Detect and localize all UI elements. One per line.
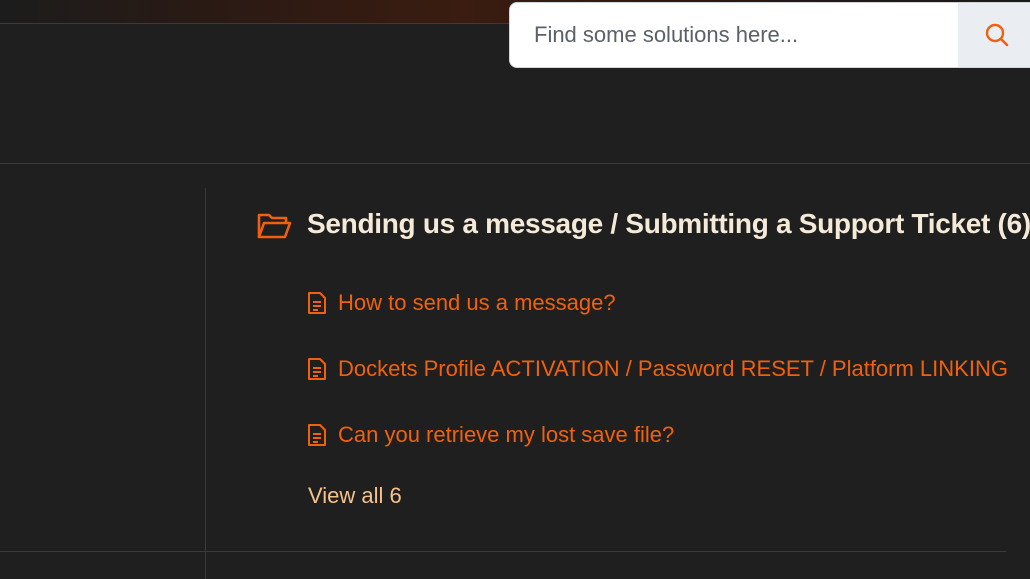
page: Sending us a message / Submitting a Supp… bbox=[0, 0, 1030, 579]
section-title[interactable]: Sending us a message / Submitting a Supp… bbox=[307, 208, 1030, 240]
view-all-link[interactable]: View all 6 bbox=[308, 483, 402, 509]
column-divider bbox=[205, 188, 206, 579]
document-icon bbox=[308, 358, 326, 380]
search-button[interactable] bbox=[958, 3, 1030, 67]
search-icon bbox=[985, 23, 1009, 47]
document-icon bbox=[308, 292, 326, 314]
article-link[interactable]: Dockets Profile ACTIVATION / Password RE… bbox=[307, 356, 1008, 382]
divider-bottom bbox=[0, 551, 1006, 552]
section-header: Sending us a message / Submitting a Supp… bbox=[256, 204, 1030, 244]
article-label[interactable]: Can you retrieve my lost save file? bbox=[338, 422, 674, 448]
article-link[interactable]: Can you retrieve my lost save file? bbox=[307, 422, 674, 448]
search-bar bbox=[509, 2, 1030, 68]
article-label[interactable]: Dockets Profile ACTIVATION / Password RE… bbox=[338, 356, 1008, 382]
article-link[interactable]: How to send us a message? bbox=[307, 290, 616, 316]
article-label[interactable]: How to send us a message? bbox=[338, 290, 616, 316]
folder-open-icon bbox=[257, 213, 292, 239]
search-input[interactable] bbox=[510, 3, 958, 67]
document-icon bbox=[308, 424, 326, 446]
divider-top bbox=[0, 163, 1030, 164]
